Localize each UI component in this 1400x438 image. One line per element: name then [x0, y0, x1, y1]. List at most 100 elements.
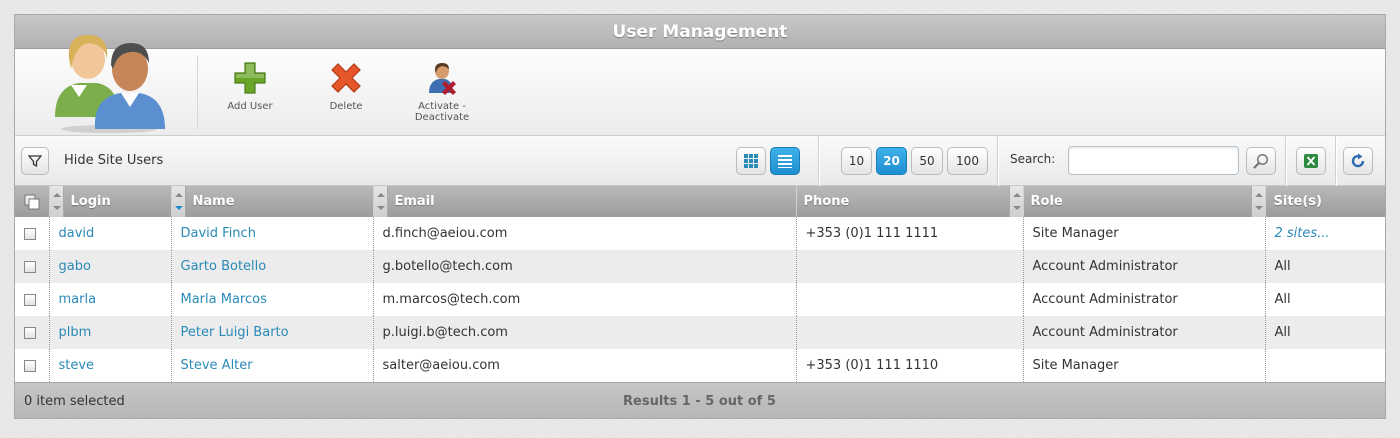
- hide-site-users-label[interactable]: Hide Site Users: [64, 153, 163, 168]
- x-icon: [331, 63, 361, 93]
- grid-view-icon: [744, 154, 758, 168]
- sites-link[interactable]: 2 sites...: [1275, 226, 1330, 241]
- page-title: User Management: [15, 15, 1385, 49]
- page-size-10-button[interactable]: 10: [841, 147, 872, 175]
- name-cell: Garto Botello: [171, 250, 374, 283]
- select-all-header[interactable]: [15, 186, 50, 217]
- user-management-panel: User Management Add User Delete Activate…: [14, 14, 1386, 419]
- search-label: Search:: [1010, 152, 1056, 166]
- delete-label: Delete: [329, 101, 363, 112]
- activate-deactivate-button[interactable]: Activate - Deactivate: [397, 61, 487, 123]
- email-cell: salter@aeiou.com: [373, 349, 797, 382]
- column-header-login-label: Login: [70, 194, 111, 209]
- login-cell: gabo: [49, 250, 172, 283]
- user-activate-icon: [429, 63, 456, 95]
- grid-view-button[interactable]: [736, 147, 766, 175]
- sites-cell: All: [1265, 250, 1385, 283]
- role-cell: Site Manager: [1023, 349, 1266, 382]
- name-link[interactable]: Marla Marcos: [181, 292, 267, 307]
- column-header-role[interactable]: Role: [1023, 186, 1266, 217]
- ribbon-separator: [197, 55, 198, 129]
- login-link[interactable]: gabo: [59, 259, 91, 274]
- table-row[interactable]: gabo Garto Botello g.botello@tech.com Ac…: [15, 250, 1385, 283]
- export-excel-button[interactable]: [1296, 147, 1326, 175]
- phone-cell: [796, 316, 1024, 349]
- grid-toolbar: Hide Site Users 10 20 50 100 Search:: [15, 136, 1385, 186]
- login-link[interactable]: steve: [59, 358, 95, 373]
- sites-cell: [1265, 349, 1385, 382]
- table-row[interactable]: david David Finch d.finch@aeiou.com +353…: [15, 217, 1385, 250]
- select-all-icon: [24, 194, 40, 210]
- search-button[interactable]: [1246, 147, 1276, 175]
- sites-cell: All: [1265, 316, 1385, 349]
- sort-control[interactable]: [49, 186, 64, 217]
- column-header-name-label: Name: [192, 194, 235, 209]
- login-cell: marla: [49, 283, 172, 316]
- refresh-button[interactable]: [1343, 147, 1373, 175]
- login-link[interactable]: david: [59, 226, 95, 241]
- email-cell: p.luigi.b@tech.com: [373, 316, 797, 349]
- sort-control[interactable]: [171, 186, 186, 217]
- results-summary: Results 1 - 5 out of 5: [623, 394, 776, 409]
- filter-button[interactable]: [21, 147, 49, 175]
- excel-icon: [1304, 154, 1318, 168]
- list-view-icon: [778, 155, 792, 168]
- column-header-sites[interactable]: Site(s): [1265, 186, 1385, 217]
- column-header-phone-label: Phone: [803, 194, 850, 209]
- name-link[interactable]: David Finch: [181, 226, 256, 241]
- row-checkbox[interactable]: [24, 326, 36, 339]
- table-row[interactable]: steve Steve Alter salter@aeiou.com +353 …: [15, 349, 1385, 382]
- plus-icon: [234, 62, 266, 94]
- search-input[interactable]: [1068, 146, 1239, 175]
- list-view-button[interactable]: [770, 147, 800, 175]
- column-header-name[interactable]: Name: [171, 186, 374, 217]
- column-header-email[interactable]: Email: [373, 186, 797, 217]
- ribbon-toolbar: Add User Delete Activate - Deactivate: [15, 35, 1385, 136]
- email-cell: g.botello@tech.com: [373, 250, 797, 283]
- column-header-login[interactable]: Login: [49, 186, 172, 217]
- name-link[interactable]: Steve Alter: [181, 358, 253, 373]
- login-cell: plbm: [49, 316, 172, 349]
- table-row[interactable]: plbm Peter Luigi Barto p.luigi.b@tech.co…: [15, 316, 1385, 349]
- role-cell: Account Administrator: [1023, 283, 1266, 316]
- name-cell: Steve Alter: [171, 349, 374, 382]
- activate-label-line2: Deactivate: [414, 112, 470, 123]
- column-header-sites-label: Site(s): [1273, 194, 1322, 209]
- sort-control[interactable]: [1250, 186, 1264, 217]
- filter-icon: [28, 155, 42, 168]
- users-table: Login Name Email Phone Role Site(s) davi…: [15, 186, 1385, 382]
- toolbar-separator: [818, 136, 819, 186]
- row-checkbox[interactable]: [24, 260, 36, 273]
- column-header-role-label: Role: [1030, 194, 1063, 209]
- delete-button[interactable]: Delete: [301, 61, 391, 112]
- name-link[interactable]: Garto Botello: [181, 259, 267, 274]
- sort-control[interactable]: [373, 186, 388, 217]
- add-user-button[interactable]: Add User: [205, 61, 295, 112]
- activate-label-line1: Activate -: [418, 101, 466, 112]
- row-checkbox[interactable]: [24, 359, 36, 372]
- table-row[interactable]: marla Marla Marcos m.marcos@tech.com Acc…: [15, 283, 1385, 316]
- role-cell: Account Administrator: [1023, 250, 1266, 283]
- name-link[interactable]: Peter Luigi Barto: [181, 325, 289, 340]
- toolbar-separator: [1335, 136, 1336, 186]
- selection-count: 0 item selected: [24, 394, 125, 409]
- page-size-20-button[interactable]: 20: [876, 147, 907, 175]
- sites-cell: All: [1265, 283, 1385, 316]
- sites-cell: 2 sites...: [1265, 217, 1385, 250]
- login-link[interactable]: marla: [59, 292, 97, 307]
- login-link[interactable]: plbm: [59, 325, 92, 340]
- users-group-icon: [55, 35, 165, 133]
- page-size-100-button[interactable]: 100: [947, 147, 988, 175]
- phone-cell: [796, 283, 1024, 316]
- login-cell: david: [49, 217, 172, 250]
- add-user-label: Add User: [227, 101, 273, 112]
- sort-control[interactable]: [1008, 186, 1022, 217]
- table-header-row: Login Name Email Phone Role Site(s): [15, 186, 1385, 217]
- column-header-email-label: Email: [394, 194, 435, 209]
- role-cell: Site Manager: [1023, 217, 1266, 250]
- column-header-phone[interactable]: Phone: [796, 186, 1024, 217]
- refresh-icon: [1351, 153, 1365, 168]
- row-checkbox[interactable]: [24, 293, 36, 306]
- page-size-50-button[interactable]: 50: [911, 147, 943, 175]
- row-checkbox[interactable]: [24, 227, 36, 240]
